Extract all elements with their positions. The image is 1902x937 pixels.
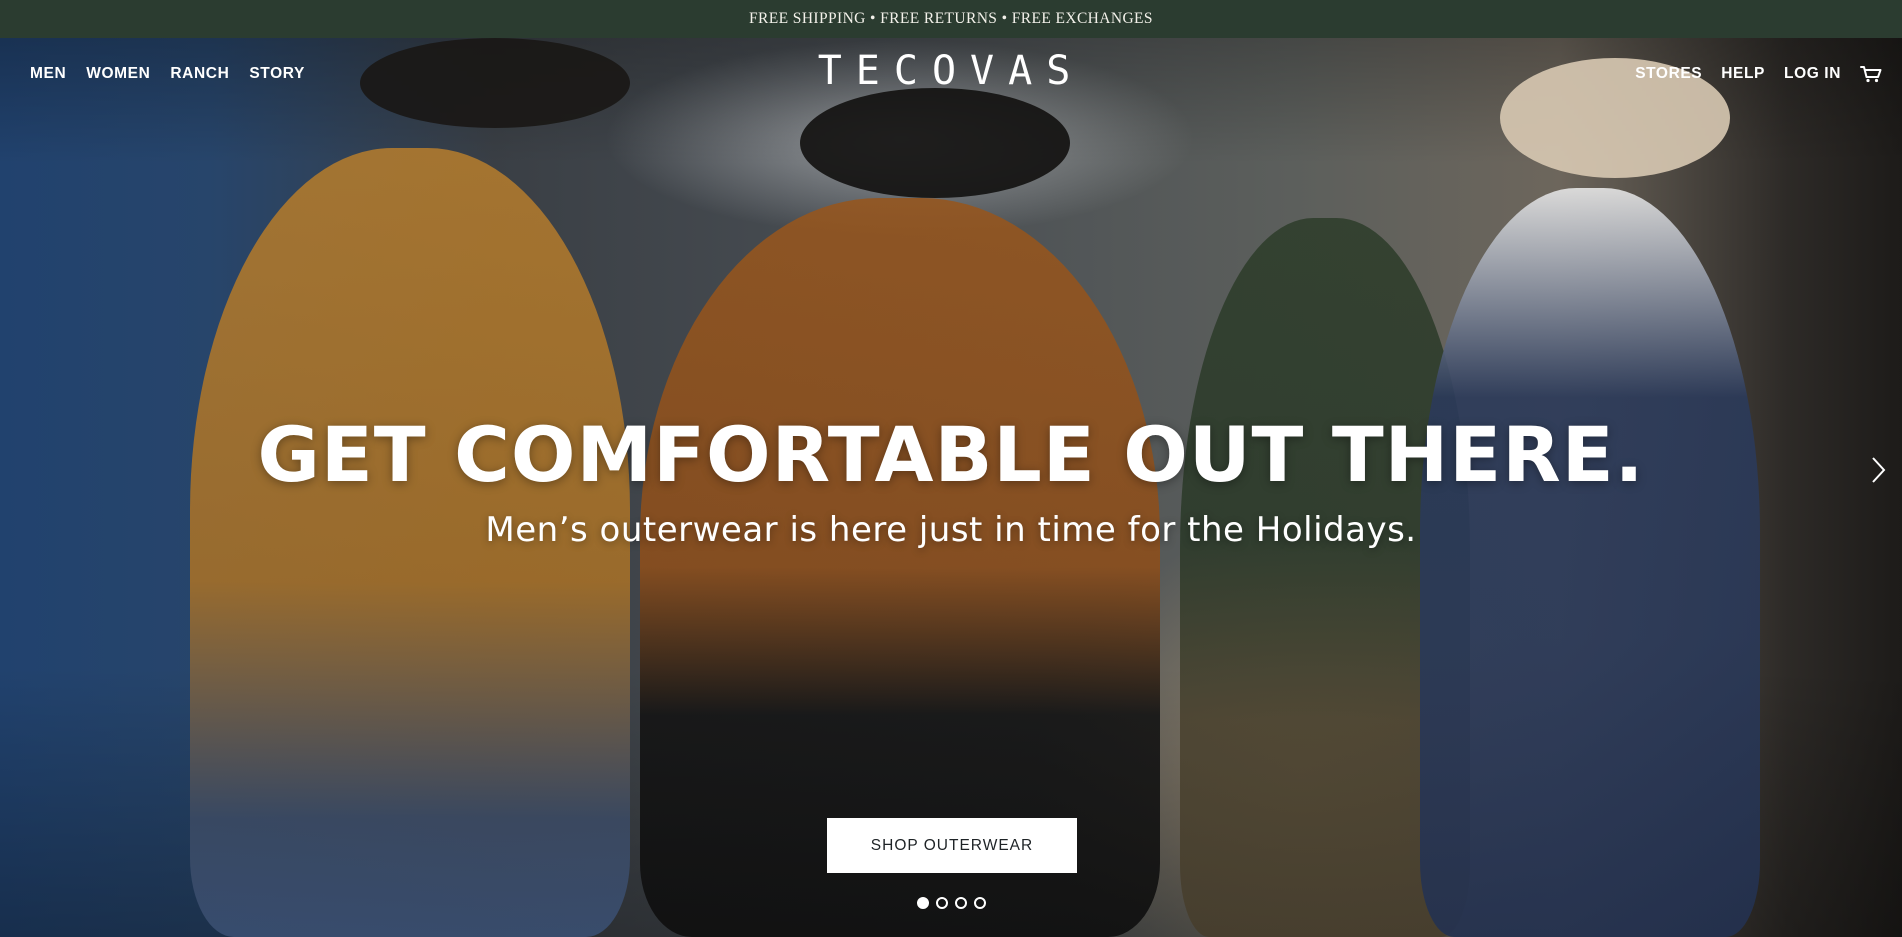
shop-outerwear-button[interactable]: SHOP OUTERWEAR (827, 818, 1077, 873)
hero-banner[interactable]: MEN WOMEN RANCH STORY TECOVAS STORES HEL… (0, 38, 1902, 937)
brand-logo-text[interactable]: TECOVAS (818, 48, 1085, 94)
promo-bar: FREE SHIPPING • FREE RETURNS • FREE EXCH… (0, 0, 1902, 38)
promo-text: FREE SHIPPING • FREE RETURNS • FREE EXCH… (749, 10, 1153, 27)
nav-log-in[interactable]: LOG IN (1784, 65, 1841, 83)
carousel-dot-4[interactable] (973, 897, 986, 909)
cart-icon[interactable] (1860, 65, 1882, 83)
carousel-dot-2[interactable] (935, 897, 948, 909)
hero-image-hat-2 (800, 88, 1070, 198)
nav-help[interactable]: HELP (1721, 65, 1765, 83)
carousel-dot-3[interactable] (954, 897, 967, 909)
hero-subhead: Men’s outerwear is here just in time for… (485, 510, 1417, 550)
chevron-right-icon[interactable] (1868, 454, 1888, 486)
carousel-pagination (0, 897, 1902, 909)
nav-stores[interactable]: STORES (1635, 65, 1702, 83)
hero-image-figure-4 (1420, 188, 1760, 937)
hero-headline: GET COMFORTABLE OUT THERE. (257, 410, 1645, 499)
utility-nav: STORES HELP LOG IN (1616, 38, 1882, 110)
carousel-dot-1[interactable] (916, 897, 929, 909)
